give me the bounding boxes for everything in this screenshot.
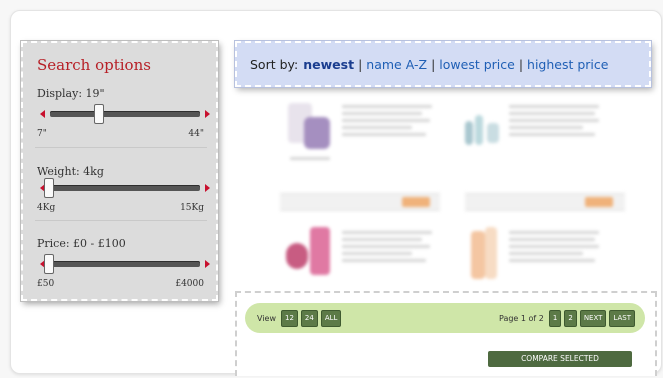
search-options-title: Search options bbox=[37, 56, 151, 74]
add-to-basket-button[interactable] bbox=[402, 197, 430, 207]
sort-separator: | bbox=[358, 56, 363, 72]
last-page-button[interactable]: LAST bbox=[609, 309, 635, 327]
page-1-button[interactable]: 1 bbox=[548, 309, 562, 327]
price-increase-arrow-icon[interactable] bbox=[205, 260, 210, 268]
divider bbox=[35, 147, 207, 148]
weight-slider-track[interactable] bbox=[50, 185, 200, 191]
display-max-label: 44" bbox=[188, 129, 204, 139]
page-status: Page 1 of 2 bbox=[498, 313, 544, 323]
pagination-panel: View 12 24 ALL Page 1 of 2 1 2 NEXT LAST… bbox=[235, 291, 657, 376]
divider bbox=[35, 220, 207, 221]
compare-selected-button[interactable]: COMPARE SELECTED bbox=[488, 351, 632, 367]
sort-bar: Sort by: newest | name A-Z | lowest pric… bbox=[234, 40, 652, 88]
pagination-bar: View 12 24 ALL Page 1 of 2 1 2 NEXT LAST bbox=[245, 303, 645, 333]
sort-separator: | bbox=[431, 56, 436, 72]
display-increase-arrow-icon[interactable] bbox=[205, 110, 210, 118]
sort-highest-price-link[interactable]: highest price bbox=[527, 57, 608, 72]
view-label: View bbox=[257, 313, 276, 323]
price-max-label: £4000 bbox=[175, 279, 204, 289]
display-decrease-arrow-icon[interactable] bbox=[40, 110, 45, 118]
sort-name-link[interactable]: name A-Z bbox=[366, 57, 427, 72]
weight-label: Weight: 4kg bbox=[37, 165, 104, 178]
price-label: Price: £0 - £100 bbox=[37, 237, 126, 250]
search-options-panel: Search options Display: 19" 7" 44" Weigh… bbox=[20, 40, 219, 302]
sort-by-label: Sort by: bbox=[250, 56, 299, 72]
display-label: Display: 19" bbox=[37, 87, 105, 100]
sort-lowest-price-link[interactable]: lowest price bbox=[439, 57, 515, 72]
display-slider-track[interactable] bbox=[50, 111, 200, 117]
display-slider-thumb[interactable] bbox=[94, 104, 104, 124]
weight-max-label: 15Kg bbox=[180, 203, 204, 213]
weight-min-label: 4Kg bbox=[37, 203, 56, 213]
sort-newest-link[interactable]: newest bbox=[303, 57, 354, 72]
view-all-button[interactable]: ALL bbox=[320, 309, 342, 327]
product-grid bbox=[280, 95, 640, 290]
price-slider-track[interactable] bbox=[50, 261, 200, 267]
sort-separator: | bbox=[518, 56, 524, 72]
add-to-basket-button[interactable] bbox=[585, 197, 613, 207]
page-2-button[interactable]: 2 bbox=[564, 309, 577, 327]
view-12-button[interactable]: 12 bbox=[280, 309, 298, 327]
view-24-button[interactable]: 24 bbox=[300, 309, 318, 327]
display-min-label: 7" bbox=[37, 129, 47, 139]
price-min-label: £50 bbox=[37, 279, 55, 289]
price-slider-thumb[interactable] bbox=[44, 254, 54, 274]
weight-slider-thumb[interactable] bbox=[44, 178, 54, 198]
next-page-button[interactable]: NEXT bbox=[579, 309, 607, 327]
weight-increase-arrow-icon[interactable] bbox=[205, 184, 210, 192]
